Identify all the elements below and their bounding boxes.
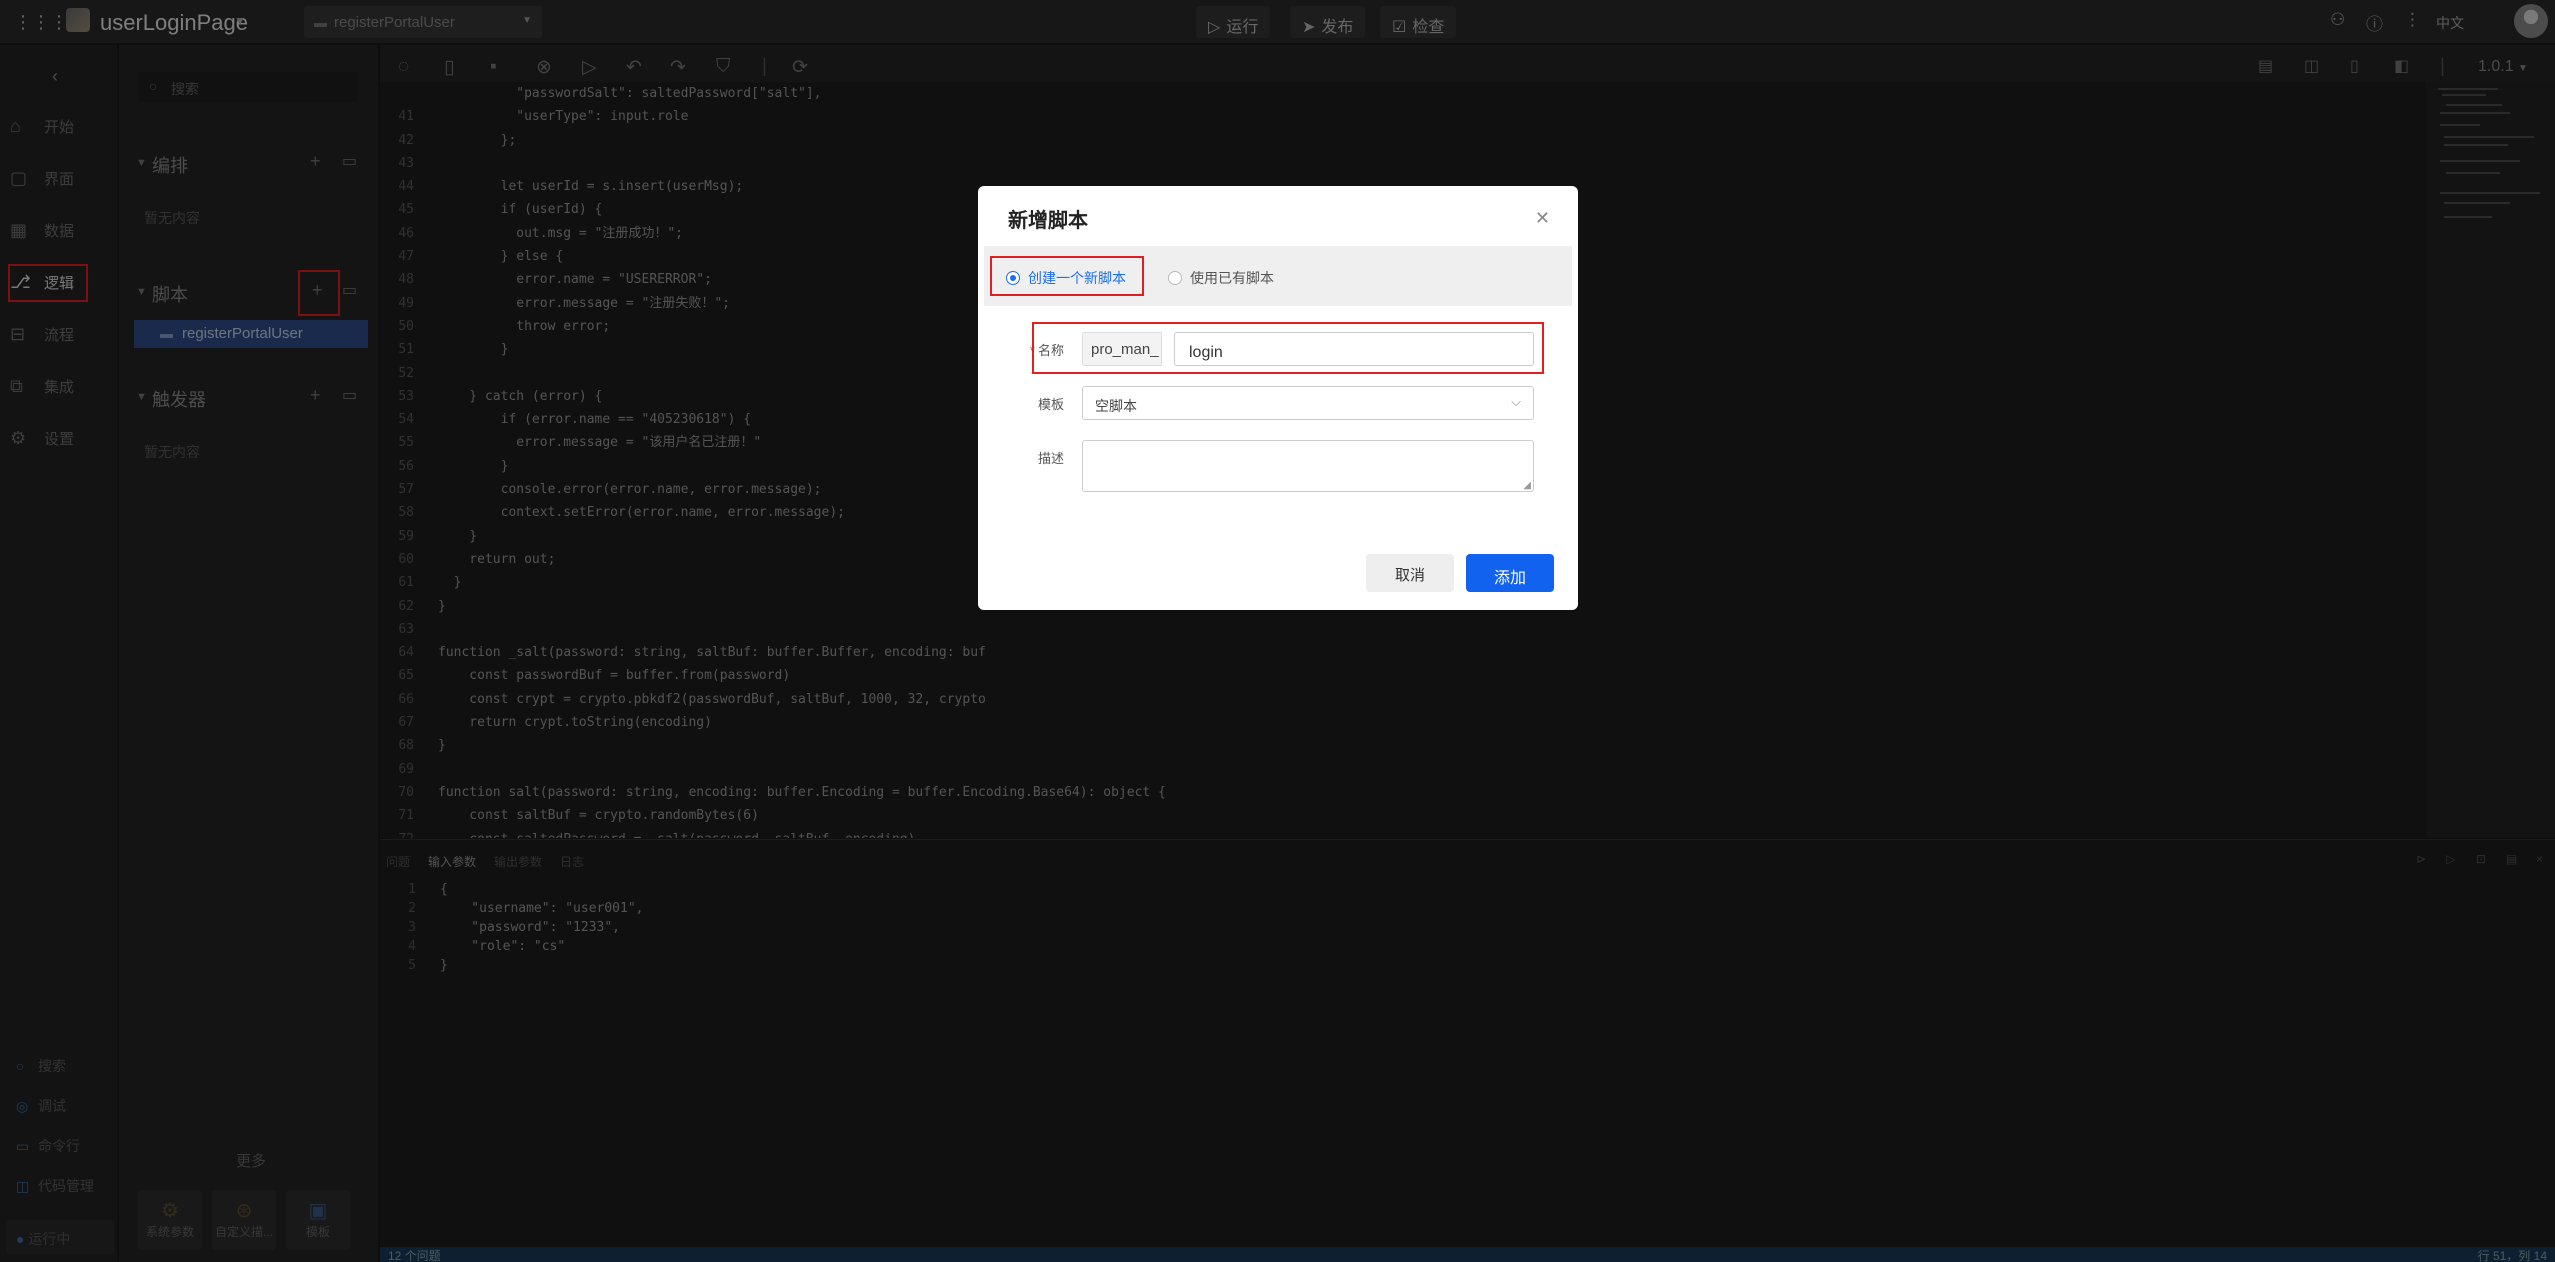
chevron-down-icon: ⌵ xyxy=(1511,394,1521,409)
dialog-title: 新增脚本 xyxy=(1008,210,1088,232)
add-button[interactable]: 添加 xyxy=(1466,554,1554,592)
radio-dot xyxy=(1168,271,1182,285)
radio-existing-script[interactable]: 使用已有脚本 xyxy=(1168,268,1274,288)
app-window: ⋮⋮⋮ userLoginPage ▼ ▬ registerPortalUser… xyxy=(0,0,2555,1262)
description-textarea[interactable]: ◢ xyxy=(1082,440,1534,492)
name-highlight-box xyxy=(1032,322,1544,374)
template-selected-value: 空脚本 xyxy=(1095,398,1137,414)
radio-highlight-box xyxy=(990,256,1144,296)
description-field-label: 描述 xyxy=(1037,451,1064,466)
add-script-dialog: 新增脚本 ✕ 创建一个新脚本 使用已有脚本 *名称 pro_man_ 模板 空脚… xyxy=(978,186,1578,610)
resize-grip-icon[interactable]: ◢ xyxy=(1523,480,1531,491)
radio-existing-label: 使用已有脚本 xyxy=(1190,270,1274,286)
template-field-label: 模板 xyxy=(1037,397,1064,412)
cancel-button[interactable]: 取消 xyxy=(1366,554,1454,592)
close-icon[interactable]: ✕ xyxy=(1535,208,1550,229)
template-select[interactable]: 空脚本 ⌵ xyxy=(1082,386,1534,420)
